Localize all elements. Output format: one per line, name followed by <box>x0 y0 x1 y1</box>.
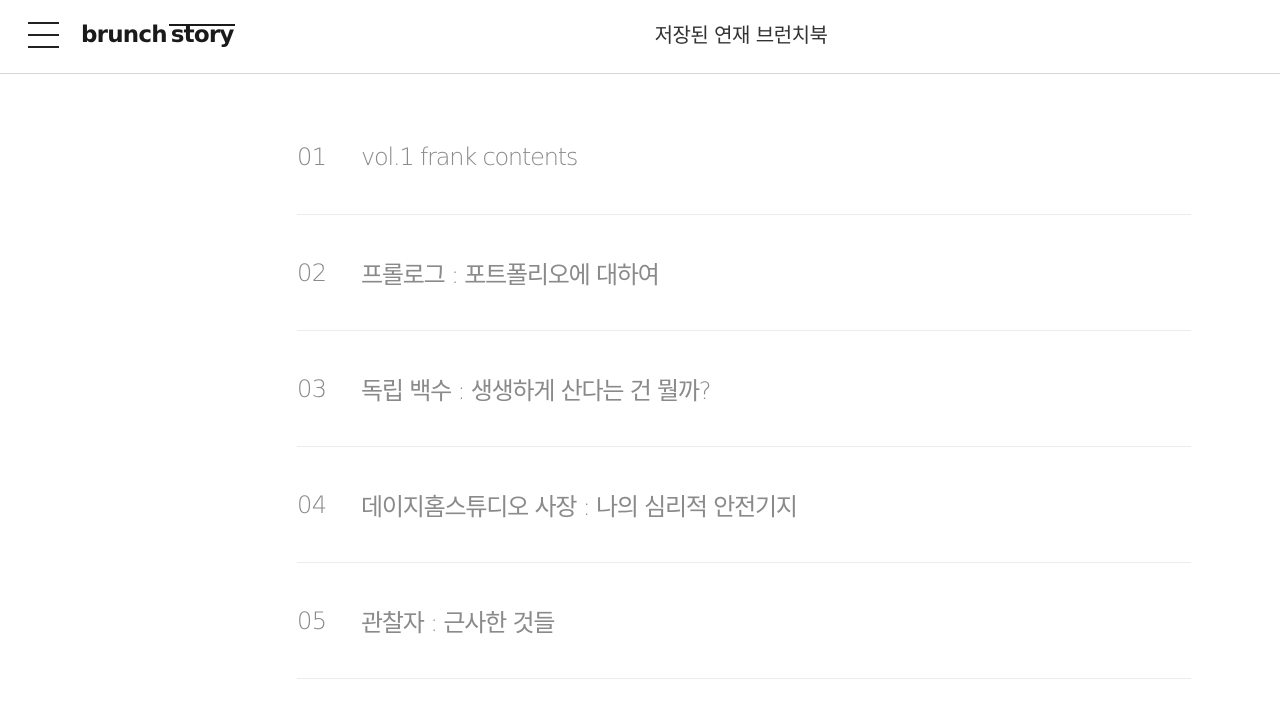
toc-item-title: vol.1 frank contents <box>361 143 578 171</box>
toc-item-number: 04 <box>297 490 327 519</box>
toc-item-number: 01 <box>297 143 327 171</box>
toc-item-title: 데이지홈스튜디오 사장 : 나의 심리적 안전기지 <box>361 493 798 521</box>
toc-item-number: 03 <box>297 374 327 403</box>
toc-item[interactable]: 05 관찰자 : 근사한 것들 <box>297 563 1191 679</box>
toc-item[interactable]: 03 독립 백수 : 생생하게 산다는 건 뭘까? <box>297 331 1191 447</box>
toc-item-title: 독립 백수 : 생생하게 산다는 건 뭘까? <box>361 377 712 405</box>
brunchbook-toc-list: 01 vol.1 frank contents 02 프롤로그 : 포트폴리오에… <box>297 100 1191 679</box>
toc-item[interactable]: 02 프롤로그 : 포트폴리오에 대하여 <box>297 215 1191 331</box>
top-header: brunch story 저장된 연재 브런치북 <box>0 0 1280 74</box>
toc-item-number: 02 <box>297 258 327 287</box>
toc-item-number: 05 <box>297 606 327 635</box>
toc-item-title: 관찰자 : 근사한 것들 <box>361 609 555 637</box>
page-title: 저장된 연재 브런치북 <box>654 23 828 47</box>
toc-item-title: 프롤로그 : 포트폴리오에 대하여 <box>361 261 660 289</box>
toc-item[interactable]: 04 데이지홈스튜디오 사장 : 나의 심리적 안전기지 <box>297 447 1191 563</box>
toc-item[interactable]: 01 vol.1 frank contents <box>297 100 1191 215</box>
